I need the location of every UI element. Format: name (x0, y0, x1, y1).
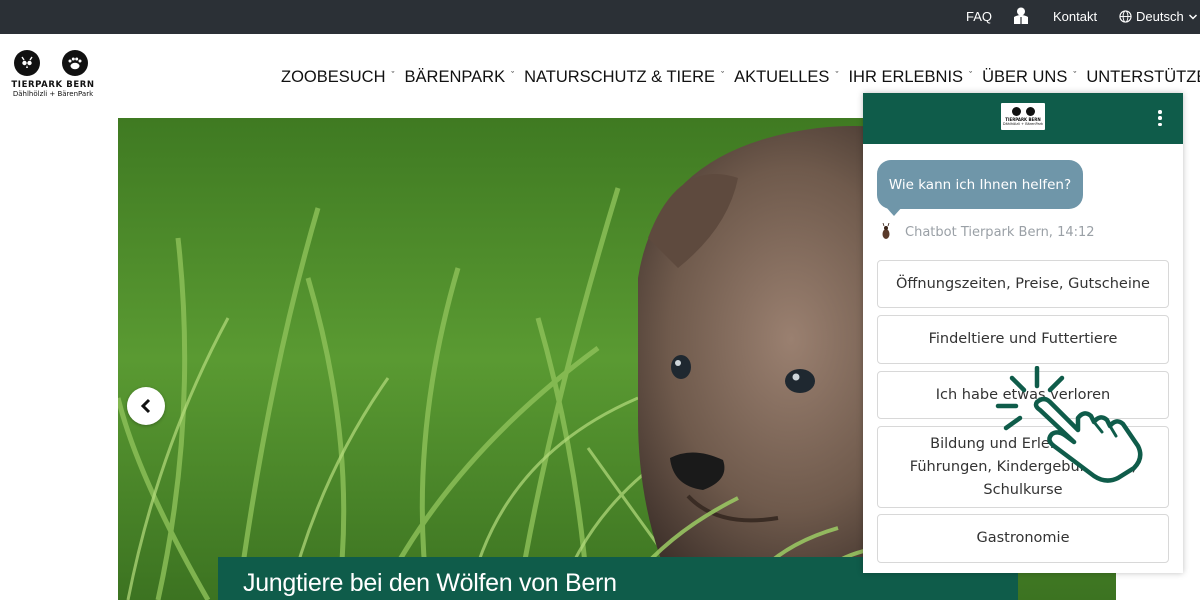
nav-item-ueber-uns[interactable]: ÜBER UNS ˇ (982, 68, 1076, 87)
nav-item-zoobesuch[interactable]: ZOOBESUCH ˇ (281, 68, 395, 87)
faq-link[interactable]: FAQ (966, 9, 992, 24)
nav-item-label: NATURSCHUTZ & TIERE (524, 68, 716, 86)
hero-caption-title: Jungtiere bei den Wölfen von Bern (243, 569, 617, 597)
language-switcher[interactable]: Deutsch (1119, 9, 1198, 24)
globe-icon (1119, 10, 1132, 23)
chatbot-widget: TIERPARK BERN Dählhölzli + BärenPark Wie… (863, 93, 1183, 573)
chevron-down-icon: ˇ (721, 69, 725, 80)
site-logo[interactable]: TIERPARK BERN Dählhölzli + BärenPark (8, 50, 98, 102)
nav-item-label: AKTUELLES (734, 68, 830, 86)
main-navigation: ZOOBESUCH ˇ BÄRENPARK ˇ NATURSCHUTZ & TIER… (281, 68, 1200, 87)
nav-item-label: BÄRENPARK (404, 68, 506, 86)
language-label: Deutsch (1136, 9, 1184, 24)
chat-logo: TIERPARK BERN Dählhölzli + BärenPark (1001, 103, 1045, 130)
nav-item-ihr-erlebnis[interactable]: IHR ERLEBNIS ˇ (848, 68, 972, 87)
nav-item-naturschutz[interactable]: NATURSCHUTZ & TIERE ˇ (524, 68, 724, 87)
nav-item-baerenpark[interactable]: BÄRENPARK ˇ (405, 68, 515, 87)
logo-subtitle: Dählhölzli + BärenPark (12, 90, 94, 98)
chat-message-bubble: Wie kann ich Ihnen helfen? (877, 160, 1083, 209)
chat-header: TIERPARK BERN Dählhölzli + BärenPark (863, 93, 1183, 144)
chevron-down-icon: ˇ (511, 69, 515, 80)
chevron-left-icon (140, 398, 151, 414)
kontakt-link[interactable]: Kontakt (1053, 9, 1097, 24)
chat-logo-subtitle: Dählhölzli + BärenPark (1002, 122, 1044, 126)
owl-logo-icon (14, 50, 40, 76)
user-icon[interactable] (1013, 7, 1029, 25)
tap-hand-icon (995, 366, 1143, 483)
chevron-down-icon: ˇ (1073, 69, 1077, 80)
top-utility-bar: FAQ Kontakt Deutsch (0, 0, 1200, 34)
chevron-down-icon: ˇ (835, 69, 839, 80)
nav-item-label: IHR ERLEBNIS (848, 68, 964, 86)
bubble-tail (885, 206, 903, 216)
chat-message-meta: Chatbot Tierpark Bern, 14:12 (881, 223, 1095, 241)
chat-option-gastronomie[interactable]: Gastronomie (877, 514, 1169, 563)
nav-item-label: UNTERSTÜTZEN (1086, 68, 1200, 86)
kebab-menu-icon[interactable] (1155, 109, 1165, 127)
chat-meta-text: Chatbot Tierpark Bern, 14:12 (905, 224, 1095, 240)
chat-option-findeltiere[interactable]: Findeltiere und Futtertiere (877, 315, 1169, 364)
nav-item-aktuelles[interactable]: AKTUELLES ˇ (734, 68, 838, 87)
chevron-down-icon: ˇ (969, 69, 973, 80)
nav-item-unterstuetzen[interactable]: UNTERSTÜTZENˇ (1086, 68, 1200, 87)
chevron-down-icon (1188, 13, 1197, 20)
carousel-prev-button[interactable] (127, 387, 165, 425)
nav-item-label: ZOOBESUCH (281, 68, 386, 86)
paw-logo-icon (62, 50, 88, 76)
chevron-down-icon: ˇ (391, 69, 395, 80)
logo-name: TIERPARK BERN (11, 80, 95, 90)
nav-item-label: ÜBER UNS (982, 68, 1068, 86)
chat-option-oeffnungszeiten[interactable]: Öffnungszeiten, Preise, Gutscheine (877, 260, 1169, 308)
beetle-icon (882, 223, 890, 239)
